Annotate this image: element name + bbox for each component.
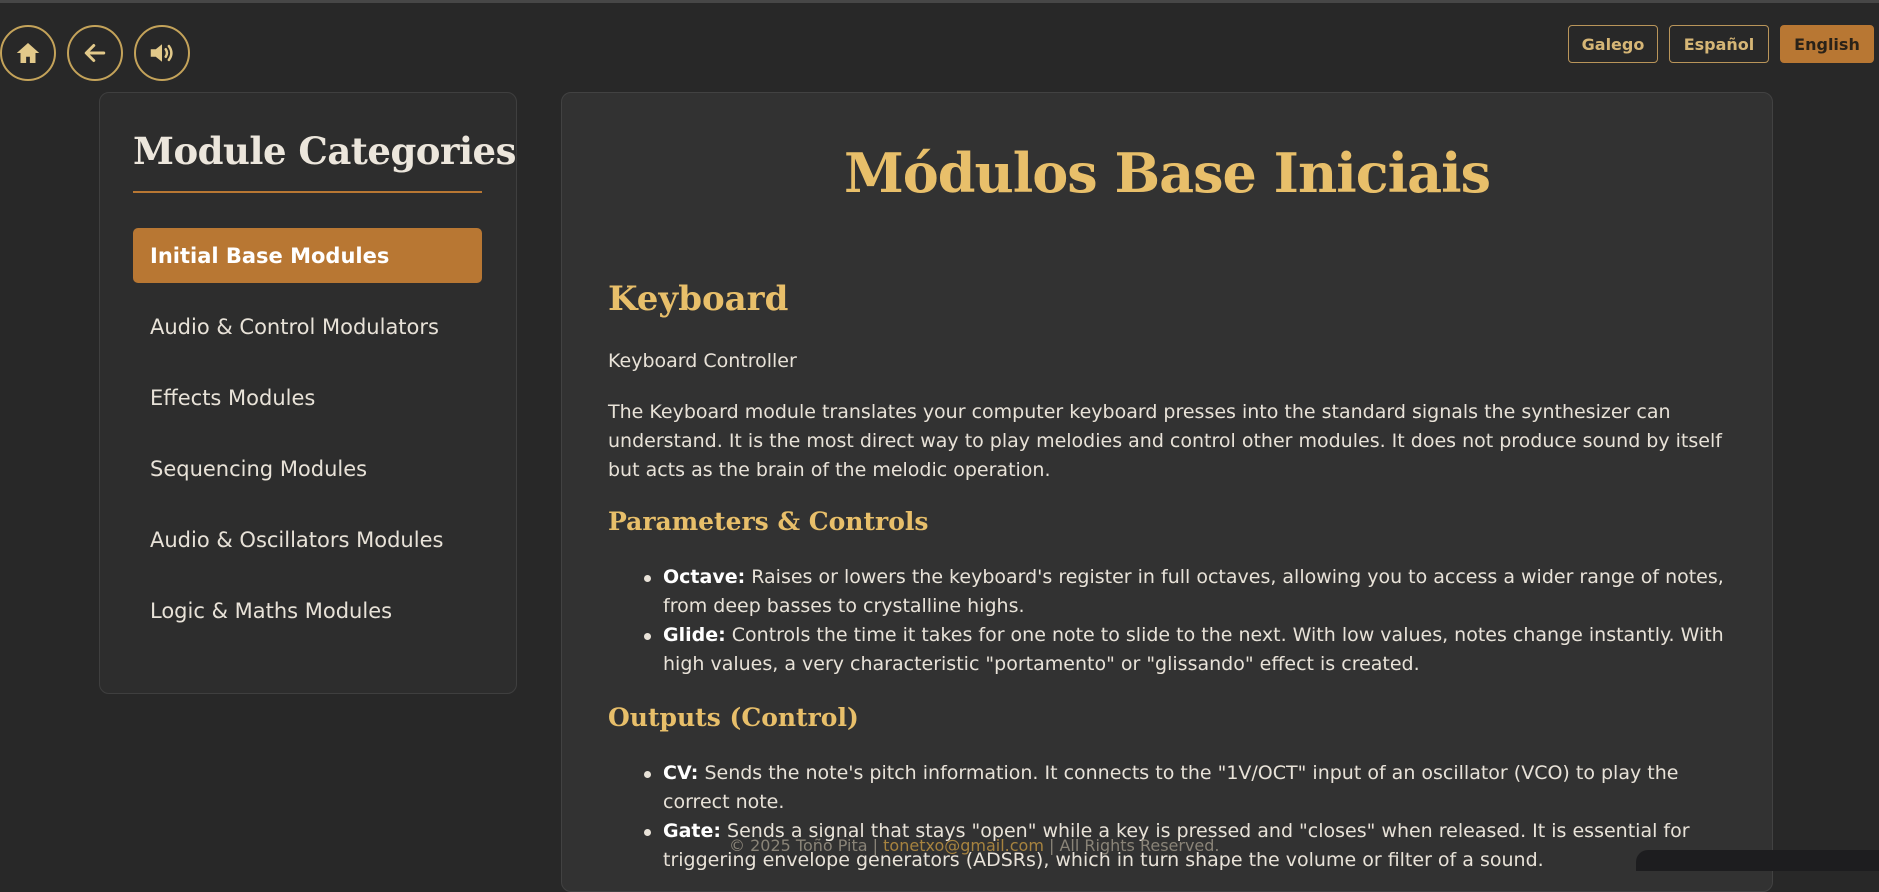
sidebar-item-effects-modules[interactable]: Effects Modules [133,370,482,425]
param-text: Raises or lowers the keyboard's register… [663,566,1724,617]
page-title: Módulos Base Iniciais [843,141,1491,205]
sound-button[interactable] [134,25,190,81]
param-term: Octave: [663,566,746,588]
back-button[interactable] [67,25,123,81]
params-heading: Parameters & Controls [608,507,929,536]
footer: © 2025 Toño Pita | tonetxo@gmail.com | A… [729,836,1220,855]
home-icon [16,43,40,63]
lang-galego-button[interactable]: Galego [1568,25,1658,63]
section-heading-keyboard: Keyboard [608,279,789,319]
taskbar-corner [1636,850,1879,871]
param-term: Glide: [663,624,726,646]
module-content-panel: Módulos Base Iniciais Keyboard Keyboard … [561,92,1773,892]
param-text: Controls the time it takes for one note … [663,624,1724,675]
params-list: Octave: Raises or lowers the keyboard's … [644,563,1733,679]
sidebar-item-audio-control-modulators[interactable]: Audio & Control Modulators [133,299,482,354]
footer-rights: | All Rights Reserved. [1043,836,1220,855]
list-item: Glide: Controls the time it takes for on… [644,621,1733,679]
lang-espanol-button[interactable]: Español [1669,25,1769,63]
sidebar-item-audio-oscillators-modules[interactable]: Audio & Oscillators Modules [133,512,482,567]
home-button[interactable] [0,25,56,81]
list-item: Octave: Raises or lowers the keyboard's … [644,563,1733,621]
sidebar-item-sequencing-modules[interactable]: Sequencing Modules [133,441,482,496]
sidebar-item-initial-base-modules[interactable]: Initial Base Modules [133,228,482,283]
outputs-list: CV: Sends the note's pitch information. … [644,759,1733,875]
footer-copyright: © 2025 Toño Pita | [729,836,884,855]
output-text: Sends the note's pitch information. It c… [663,762,1679,813]
sidebar-divider [133,191,482,193]
module-subtitle: Keyboard Controller [608,350,797,372]
arrow-left-icon [84,44,106,62]
output-term: CV: [663,762,699,784]
module-description: The Keyboard module translates your comp… [608,401,1722,481]
speaker-icon [150,44,173,62]
sidebar-item-logic-maths-modules[interactable]: Logic & Maths Modules [133,583,482,638]
list-item: CV: Sends the note's pitch information. … [644,759,1733,817]
category-sidebar: Module Categories Initial Base Modules A… [99,92,517,694]
footer-email-link[interactable]: tonetxo@gmail.com [883,836,1044,855]
window-top-border [0,0,1879,3]
lang-english-button[interactable]: English [1780,25,1874,63]
sidebar-title: Module Categories [133,129,516,173]
output-term: Gate: [663,820,721,842]
outputs-heading: Outputs (Control) [608,703,859,732]
